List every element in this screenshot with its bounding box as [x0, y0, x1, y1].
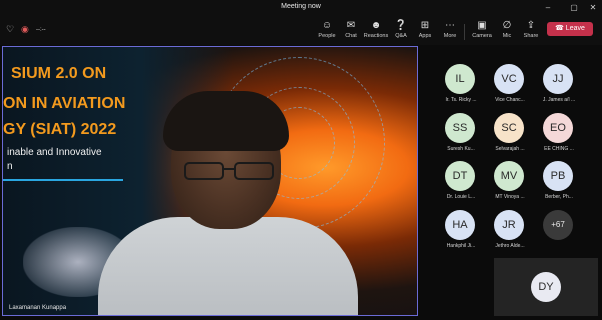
avatar: IL: [445, 64, 475, 94]
mic-label: Mic: [502, 33, 512, 39]
avatar: VC: [494, 64, 524, 94]
apps-label: Apps: [418, 33, 432, 39]
chat-icon: ✉: [346, 20, 356, 31]
leave-label: Leave: [565, 25, 585, 32]
slide-title-line: ON IN AVIATION: [3, 95, 126, 112]
participant-tile[interactable]: PB Berber, Ph...: [533, 153, 585, 201]
main-video-stage[interactable]: SIUM 2.0 ON ON IN AVIATION GY (SIAT) 202…: [2, 46, 418, 316]
participant-name: Berber, Ph...: [545, 194, 573, 200]
close-icon[interactable]: ✕: [585, 2, 601, 14]
chat-label: Chat: [345, 33, 357, 39]
people-button[interactable]: ☺ People: [314, 20, 340, 44]
shield-icon[interactable]: ♡: [6, 25, 15, 34]
phone-icon: ☎: [555, 25, 564, 32]
participant-name: Dr. Louie L...: [446, 194, 476, 200]
qa-button[interactable]: ❔ Q&A: [388, 20, 414, 44]
avatar: DT: [445, 161, 475, 191]
reactions-button[interactable]: ☻ Reactions: [363, 20, 389, 44]
avatar: JJ: [543, 64, 573, 94]
camera-label: Camera: [472, 33, 492, 39]
meeting-toolbar: ♡ ◉ --:-- ☺ People ✉ Chat ☻ Reactions ❔ …: [0, 16, 602, 45]
record-icon[interactable]: ◉: [21, 25, 30, 34]
title-bar: Meeting now – ▢ ✕: [0, 0, 602, 16]
avatar: MV: [494, 161, 524, 191]
self-view-tile[interactable]: DY: [494, 258, 598, 316]
participant-name: Selvarajah ...: [495, 146, 525, 152]
camera-button[interactable]: ▣ Camera: [469, 20, 495, 44]
slide-subtitle: inable and Innovative: [7, 147, 102, 158]
participant-tile[interactable]: SC Selvarajah ...: [484, 105, 536, 153]
speaker-glasses: [184, 162, 274, 180]
share-icon: ⇪: [526, 20, 536, 31]
more-icon: ⋯: [445, 20, 455, 31]
participant-tile[interactable]: EO EE CHING ...: [533, 105, 585, 153]
qa-label: Q&A: [395, 33, 407, 39]
people-icon: ☺: [321, 20, 333, 31]
reactions-icon: ☻: [370, 20, 382, 31]
share-button[interactable]: ⇪ Share: [518, 20, 544, 44]
avatar: EO: [543, 113, 573, 143]
window-title: Meeting now: [281, 3, 321, 10]
participant-tile[interactable]: VC Vice Chanc...: [484, 56, 536, 104]
overflow-count-badge: +67: [543, 210, 573, 240]
slide-underline: [3, 179, 123, 181]
participant-tile[interactable]: JJ J. James a/l ...: [533, 56, 585, 104]
participant-name: J. James a/l ...: [542, 97, 576, 103]
more-button[interactable]: ⋯ More: [437, 20, 463, 44]
avatar: PB: [543, 161, 573, 191]
minimize-icon[interactable]: –: [540, 2, 556, 14]
participant-name: EE CHING ...: [544, 146, 574, 152]
slide-subtitle: n: [7, 161, 13, 172]
apps-button[interactable]: ⊞ Apps: [412, 20, 438, 44]
avatar: SC: [494, 113, 524, 143]
slide-title-line: GY (SIAT) 2022: [3, 121, 117, 138]
participant-name: Hankphil Ji...: [446, 243, 476, 249]
participant-tile[interactable]: IL Ir. Ts. Ricky ...: [435, 56, 487, 104]
chat-button[interactable]: ✉ Chat: [338, 20, 364, 44]
share-label: Share: [523, 33, 539, 39]
camera-icon: ▣: [477, 20, 487, 31]
reactions-label: Reactions: [363, 33, 389, 39]
speaker-body: [98, 217, 358, 315]
avatar: SS: [445, 113, 475, 143]
slide-title-line: SIUM 2.0 ON: [11, 65, 107, 82]
participant-name: Ir. Ts. Ricky ...: [445, 97, 477, 103]
participant-name: Jethro Alde...: [495, 243, 525, 249]
participant-tile[interactable]: JR Jethro Alde...: [484, 202, 536, 250]
participant-tile[interactable]: MV MT Vinoya ...: [484, 153, 536, 201]
toolbar-divider: [464, 24, 465, 40]
participant-name: Vice Chanc...: [495, 97, 525, 103]
maximize-icon[interactable]: ▢: [566, 2, 582, 14]
avatar: DY: [531, 272, 561, 302]
leave-button[interactable]: ☎ Leave: [547, 22, 593, 36]
avatar: HA: [445, 210, 475, 240]
mic-button[interactable]: ∅ Mic: [494, 20, 520, 44]
more-label: More: [443, 33, 457, 39]
qa-icon: ❔: [394, 20, 408, 31]
participant-tile[interactable]: HA Hankphil Ji...: [435, 202, 487, 250]
avatar: JR: [494, 210, 524, 240]
more-participants-tile[interactable]: +67: [533, 202, 585, 250]
speaker-name-tag: Laxamanan Kunappa: [9, 305, 67, 311]
apps-icon: ⊞: [420, 20, 430, 31]
people-label: People: [318, 33, 336, 39]
speaker-hair: [163, 91, 289, 151]
meeting-timer: --:--: [36, 26, 46, 33]
participant-name: MT Vinoya ...: [495, 194, 525, 200]
participant-name: Suresh Ku...: [447, 146, 475, 152]
mic-icon: ∅: [502, 20, 512, 31]
participant-tile[interactable]: DT Dr. Louie L...: [435, 153, 487, 201]
participant-tile[interactable]: SS Suresh Ku...: [435, 105, 487, 153]
